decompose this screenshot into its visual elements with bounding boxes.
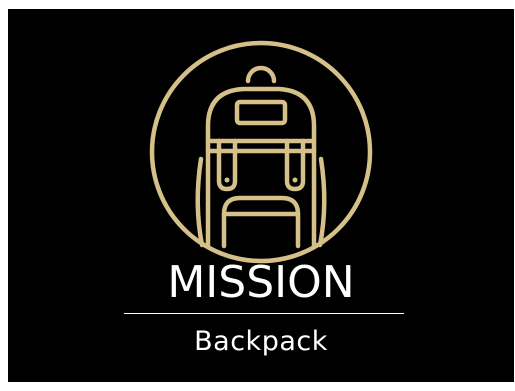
handle-loop [245, 65, 277, 84]
left-side-strap [195, 156, 205, 248]
front-pocket [221, 195, 301, 249]
right-buckle [292, 177, 298, 183]
right-side-strap [317, 156, 327, 248]
divider-line [124, 313, 404, 314]
logo-card: MISSION Backpack [8, 9, 514, 382]
backpack-icon [149, 40, 373, 264]
brand-title: MISSION [167, 257, 355, 308]
top-pocket [234, 99, 288, 126]
left-buckle [224, 177, 230, 183]
brand-subtitle: Backpack [194, 326, 328, 357]
